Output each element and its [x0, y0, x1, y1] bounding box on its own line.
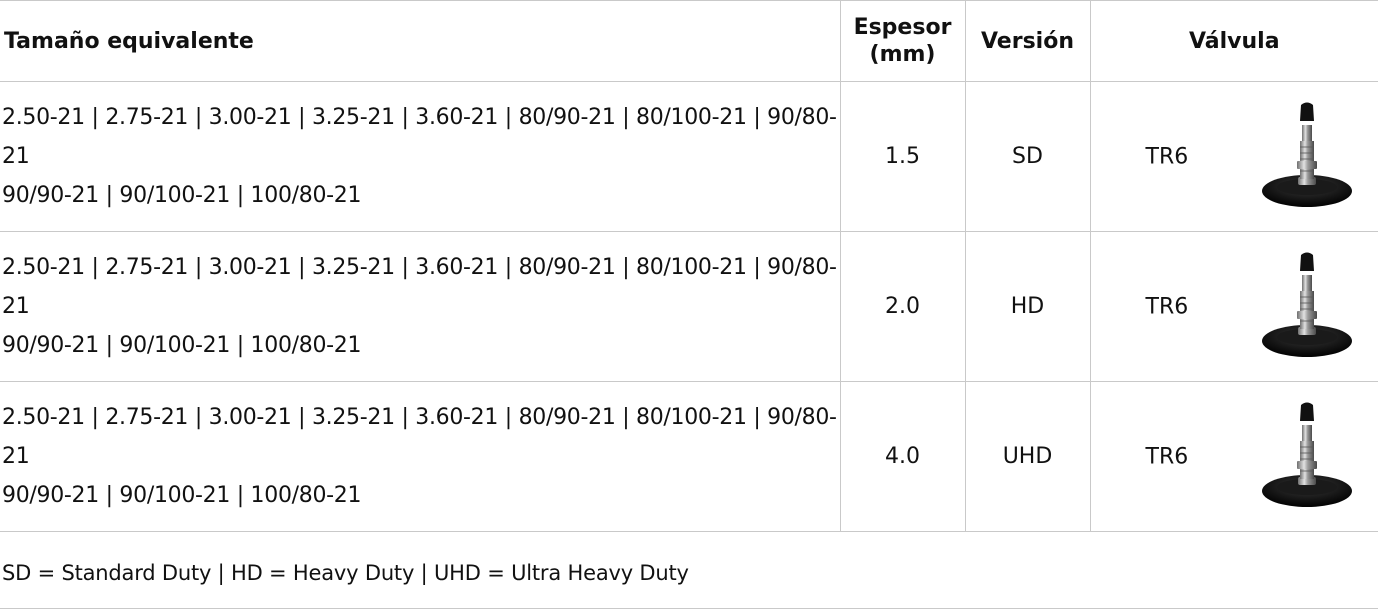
thickness-cell: 2.0 — [839, 231, 965, 382]
sizes-cell: 2.50-21 | 2.75-21 | 3.00-21 | 3.25-21 | … — [0, 81, 840, 232]
tr6-valve-icon — [1257, 251, 1357, 363]
legend-note: SD = Standard Duty | HD = Heavy Duty | U… — [2, 561, 689, 585]
sizes-line-1: 2.50-21 | 2.75-21 | 3.00-21 | 3.25-21 | … — [2, 255, 837, 319]
valve-label: TR6 — [1145, 294, 1189, 319]
valve-cell: TR6 — [1089, 231, 1378, 382]
sizes-cell: 2.50-21 | 2.75-21 | 3.00-21 | 3.25-21 | … — [0, 381, 840, 532]
version-cell: UHD — [964, 381, 1090, 532]
tr6-valve-icon — [1257, 401, 1357, 513]
sizes-line-2: 90/90-21 | 90/100-21 | 100/80-21 — [2, 183, 362, 208]
thickness-cell: 1.5 — [839, 81, 965, 232]
spec-table: Tamaño equivalente Espesor (mm) Versión … — [0, 0, 1378, 532]
header-valve: Válvula — [1089, 0, 1378, 82]
table-header-row: Tamaño equivalente Espesor (mm) Versión … — [0, 0, 1378, 82]
table-row: 2.50-21 | 2.75-21 | 3.00-21 | 3.25-21 | … — [0, 381, 1378, 532]
tube-spec-table: Tamaño equivalente Espesor (mm) Versión … — [0, 0, 1378, 532]
sizes-line-2: 90/90-21 | 90/100-21 | 100/80-21 — [2, 483, 362, 508]
table-row: 2.50-21 | 2.75-21 | 3.00-21 | 3.25-21 | … — [0, 81, 1378, 232]
header-thickness-line1: Espesor — [853, 15, 952, 40]
sizes-line-2: 90/90-21 | 90/100-21 | 100/80-21 — [2, 333, 362, 358]
valve-label: TR6 — [1145, 444, 1189, 469]
thickness-cell: 4.0 — [839, 381, 965, 532]
header-thickness-line2: (mm) — [869, 42, 936, 67]
sizes-cell: 2.50-21 | 2.75-21 | 3.00-21 | 3.25-21 | … — [0, 231, 840, 382]
valve-cell: TR6 — [1089, 81, 1378, 232]
header-version: Versión — [964, 0, 1090, 82]
tr6-valve-icon — [1257, 101, 1357, 213]
header-thickness: Espesor (mm) — [839, 0, 965, 82]
version-cell: HD — [964, 231, 1090, 382]
valve-cell: TR6 — [1089, 381, 1378, 532]
header-size: Tamaño equivalente — [0, 0, 840, 82]
bottom-divider — [0, 608, 1378, 609]
table-row: 2.50-21 | 2.75-21 | 3.00-21 | 3.25-21 | … — [0, 231, 1378, 382]
sizes-line-1: 2.50-21 | 2.75-21 | 3.00-21 | 3.25-21 | … — [2, 405, 837, 469]
version-cell: SD — [964, 81, 1090, 232]
sizes-line-1: 2.50-21 | 2.75-21 | 3.00-21 | 3.25-21 | … — [2, 105, 837, 169]
valve-label: TR6 — [1145, 144, 1189, 169]
